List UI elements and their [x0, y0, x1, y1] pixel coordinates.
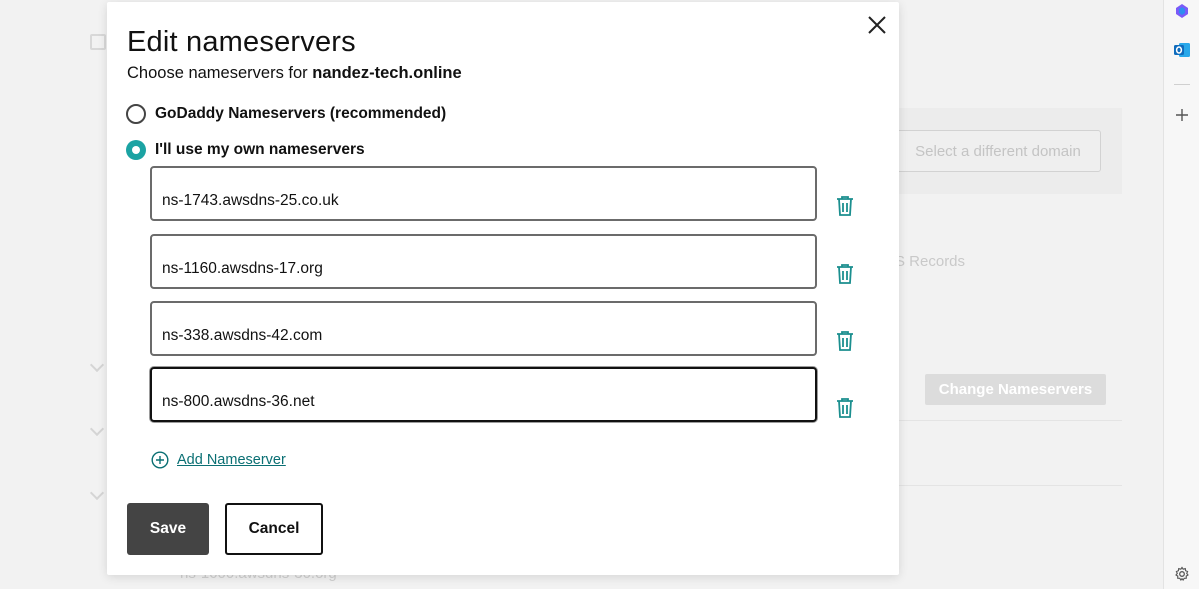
trash-icon[interactable]: [834, 194, 856, 218]
chevron-down-icon[interactable]: [89, 357, 105, 373]
plus-icon[interactable]: [1173, 106, 1191, 124]
edit-nameservers-dialog: Edit nameservers Choose nameservers for …: [107, 2, 899, 575]
godaddy-nameservers-option[interactable]: GoDaddy Nameservers (recommended): [126, 104, 446, 124]
cancel-button[interactable]: Cancel: [225, 503, 323, 555]
radio-button-checked[interactable]: [126, 140, 146, 160]
add-nameserver-label[interactable]: Add Nameserver: [177, 452, 286, 468]
option-label: GoDaddy Nameservers (recommended): [155, 105, 447, 122]
side-panel-divider: [1174, 84, 1190, 85]
copilot-icon[interactable]: [1173, 2, 1191, 20]
nameserver-input-3[interactable]: [150, 301, 817, 356]
option-label: I'll use my own nameservers: [155, 141, 365, 158]
sidebar-toggle-icon: [90, 34, 106, 50]
own-nameservers-option[interactable]: I'll use my own nameservers: [126, 140, 365, 160]
subtitle-prefix: Choose nameservers for: [127, 64, 308, 82]
select-different-domain-button[interactable]: Select a different domain: [895, 130, 1101, 172]
outlook-icon[interactable]: [1173, 41, 1191, 59]
browser-side-panel: [1163, 0, 1199, 589]
trash-icon[interactable]: [834, 329, 856, 353]
nameserver-input-1[interactable]: [150, 166, 817, 221]
dialog-subtitle: Choose nameservers for nandez-tech.onlin…: [127, 64, 462, 83]
dialog-title: Edit nameservers: [127, 26, 356, 58]
nameserver-input-4[interactable]: [150, 367, 817, 422]
trash-icon[interactable]: [834, 262, 856, 286]
chevron-down-icon[interactable]: [89, 485, 105, 501]
radio-button-unchecked[interactable]: [126, 104, 146, 124]
settings-icon[interactable]: [1173, 565, 1191, 583]
trash-icon[interactable]: [834, 396, 856, 420]
change-nameservers-button[interactable]: Change Nameservers: [925, 374, 1106, 405]
plus-circle-icon: [151, 451, 169, 469]
close-icon[interactable]: [864, 12, 890, 38]
dns-records-link[interactable]: S Records: [895, 253, 965, 270]
add-nameserver-link[interactable]: Add Nameserver: [151, 451, 286, 469]
chevron-down-icon[interactable]: [89, 421, 105, 437]
save-button[interactable]: Save: [127, 503, 209, 555]
nameserver-input-2[interactable]: [150, 234, 817, 289]
domain-name: nandez-tech.online: [312, 64, 462, 82]
